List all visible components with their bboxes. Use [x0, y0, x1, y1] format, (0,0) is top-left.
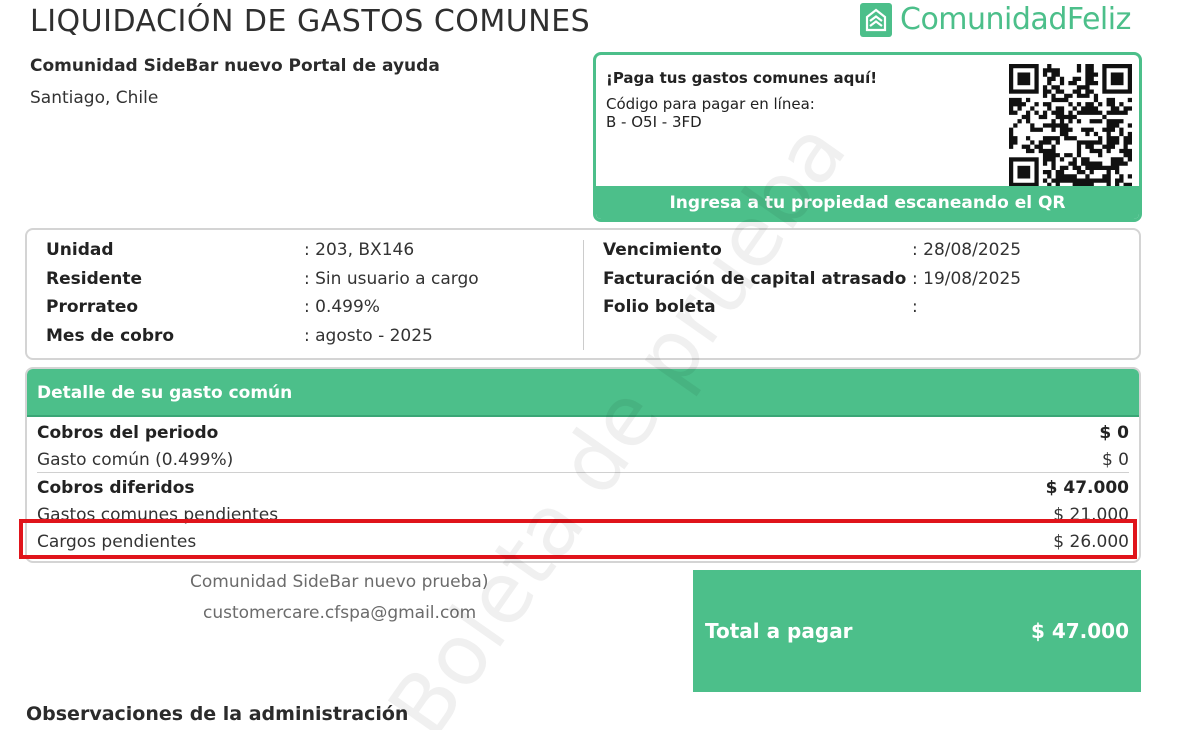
info-divider	[583, 240, 584, 350]
info-label: Residente	[46, 269, 143, 289]
info-resident: Residente	[46, 269, 142, 289]
info-unit-value: : 203, BX146	[304, 240, 414, 260]
brand-name: ComunidadFeliz	[900, 2, 1131, 37]
info-capital-billing: Facturación de capital atrasado	[603, 269, 906, 289]
info-label: Prorrateo	[46, 297, 139, 317]
info-value: : 19/08/2025	[912, 269, 1022, 289]
info-due-date: Vencimiento	[603, 240, 722, 260]
detail-row-period-charges: Cobros del periodo $ 0	[37, 423, 1129, 443]
detail-row-label: Cobros diferidos	[37, 478, 195, 498]
unit-info-box: Unidad : 203, BX146 Residente : Sin usua…	[25, 228, 1141, 360]
observations-title: Observaciones de la administración	[26, 703, 409, 725]
detail-row-common-expense: Gasto común (0.499%) $ 0	[37, 450, 1129, 470]
community-city: Santiago, Chile	[30, 88, 159, 108]
footer-community: Comunidad SideBar nuevo prueba)	[190, 572, 489, 592]
footer-email[interactable]: customercare.cfspa@gmail.com	[203, 603, 476, 623]
info-due-date-value: : 28/08/2025	[912, 240, 1021, 260]
info-label: Facturación de capital atrasado	[603, 269, 907, 289]
info-folio-value: :	[912, 297, 918, 317]
total-amount: $ 47.000	[1030, 619, 1129, 643]
detail-separator	[37, 472, 1129, 473]
info-label: Unidad	[46, 240, 114, 260]
info-value: : 28/08/2025	[912, 240, 1022, 260]
detail-row-amount: $ 0	[1101, 450, 1129, 470]
total-box: Total a pagar $ 47.000	[693, 570, 1141, 692]
payment-code: B - O5I - 3FD	[606, 113, 702, 131]
detail-header: Detalle de su gasto común	[27, 369, 1139, 417]
info-value: : 203, BX146	[304, 240, 415, 260]
detail-row-label: Gasto común (0.499%)	[37, 450, 234, 470]
qr-code-icon[interactable]	[1009, 64, 1132, 187]
payment-box: ¡Paga tus gastos comunes aquí! Código pa…	[593, 52, 1142, 222]
detail-row-deferred-charges: Cobros diferidos $ 47.000	[37, 478, 1129, 498]
info-label: Mes de cobro	[46, 326, 175, 346]
page-title: LIQUIDACIÓN DE GASTOS COMUNES	[30, 4, 591, 39]
house-icon	[860, 2, 892, 37]
info-prorrateo-value: : 0.499%	[304, 297, 380, 317]
info-value: : Sin usuario a cargo	[304, 269, 479, 289]
detail-row-amount: $ 47.000	[1045, 478, 1129, 498]
detail-row-label: Cobros del periodo	[37, 423, 219, 443]
brand-logo: ComunidadFeliz	[860, 2, 1131, 37]
info-folio: Folio boleta	[603, 297, 716, 317]
info-label: Folio boleta	[603, 297, 716, 317]
detail-row-amount: $ 0	[1099, 423, 1129, 443]
info-resident-value: : Sin usuario a cargo	[304, 269, 479, 289]
payment-code-label: Código para pagar en línea:	[606, 95, 815, 113]
info-unit: Unidad	[46, 240, 114, 260]
info-billing-month: Mes de cobro	[46, 326, 174, 346]
payment-footer: Ingresa a tu propiedad escaneando el QR	[596, 186, 1139, 219]
info-label: Vencimiento	[603, 240, 722, 260]
info-value: : agosto - 2025	[304, 326, 433, 346]
info-capital-billing-value: : 19/08/2025	[912, 269, 1021, 289]
info-billing-month-value: : agosto - 2025	[304, 326, 433, 346]
highlight-box	[19, 519, 1137, 559]
total-label: Total a pagar	[705, 619, 853, 643]
payment-title: ¡Paga tus gastos comunes aquí!	[606, 69, 878, 87]
info-value: : 0.499%	[304, 297, 380, 317]
info-value: :	[912, 297, 918, 317]
community-name: Comunidad SideBar nuevo Portal de ayuda	[30, 56, 440, 76]
info-prorrateo: Prorrateo	[46, 297, 138, 317]
